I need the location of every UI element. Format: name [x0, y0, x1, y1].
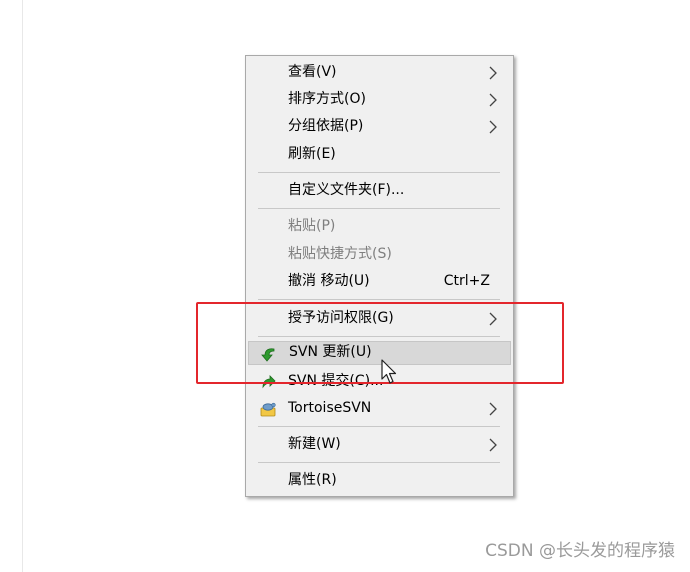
menu-separator [258, 462, 500, 463]
menu-item-label: 粘贴快捷方式(S) [288, 246, 392, 262]
menu-item-label: 属性(R) [288, 472, 337, 488]
chevron-right-icon [489, 66, 497, 80]
menu-item-label: 粘贴(P) [288, 218, 336, 234]
menu-separator [258, 299, 500, 300]
menu-item-undo-move[interactable]: 撤消 移动(U) Ctrl+Z [248, 270, 511, 294]
menu-separator [258, 426, 500, 427]
menu-item-view[interactable]: 查看(V) [248, 61, 511, 85]
menu-item-new[interactable]: 新建(W) [248, 433, 511, 457]
menu-item-label: 分组依据(P) [288, 118, 364, 134]
menu-item-label: 刷新(E) [288, 146, 336, 162]
menu-item-label: 撤消 移动(U) [288, 273, 370, 289]
tortoisesvn-icon [260, 402, 276, 417]
menu-item-label: 排序方式(O) [288, 91, 366, 107]
page: 查看(V) 排序方式(O) 分组依据(P) 刷新(E) 自定义文件夹(F)...… [0, 0, 690, 572]
chevron-right-icon [489, 438, 497, 452]
menu-item-label: TortoiseSVN [288, 400, 372, 416]
menu-item-label: 新建(W) [288, 436, 341, 452]
chevron-right-icon [489, 402, 497, 416]
menu-separator [258, 208, 500, 209]
menu-item-paste-shortcut[interactable]: 粘贴快捷方式(S) [248, 243, 511, 267]
menu-item-sort-by[interactable]: 排序方式(O) [248, 88, 511, 112]
menu-item-group-by[interactable]: 分组依据(P) [248, 115, 511, 139]
menu-item-customize-folder[interactable]: 自定义文件夹(F)... [248, 179, 511, 203]
menu-item-tortoisesvn[interactable]: TortoiseSVN [248, 397, 511, 421]
menu-item-refresh[interactable]: 刷新(E) [248, 143, 511, 167]
watermark: CSDN @长头发的程序猿 [485, 541, 675, 561]
left-divider [22, 0, 23, 572]
menu-item-label: 查看(V) [288, 64, 337, 80]
annotation-highlight-box [196, 302, 564, 384]
menu-item-paste[interactable]: 粘贴(P) [248, 215, 511, 239]
context-menu: 查看(V) 排序方式(O) 分组依据(P) 刷新(E) 自定义文件夹(F)...… [245, 55, 514, 497]
chevron-right-icon [489, 93, 497, 107]
menu-item-shortcut: Ctrl+Z [443, 273, 490, 289]
mouse-pointer-icon [381, 359, 397, 384]
menu-separator [258, 172, 500, 173]
menu-item-label: 自定义文件夹(F)... [288, 182, 405, 198]
chevron-right-icon [489, 120, 497, 134]
menu-item-properties[interactable]: 属性(R) [248, 469, 511, 493]
